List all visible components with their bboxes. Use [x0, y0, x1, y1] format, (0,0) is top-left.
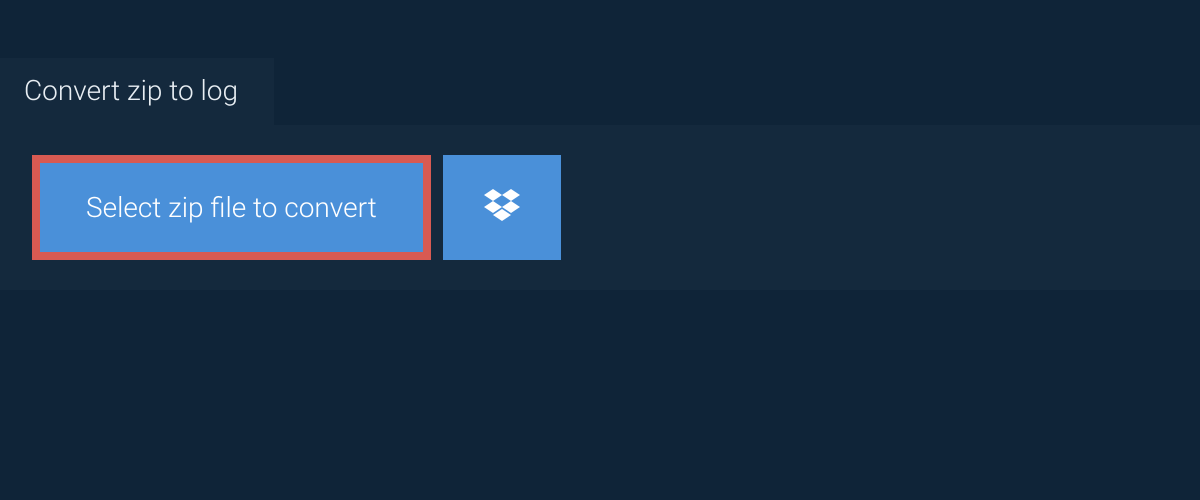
- dropbox-button[interactable]: [443, 155, 561, 260]
- tab-bar: Convert zip to log: [0, 0, 1200, 125]
- main-panel: Select zip file to convert: [0, 125, 1200, 290]
- tab-convert[interactable]: Convert zip to log: [0, 58, 274, 125]
- select-file-button[interactable]: Select zip file to convert: [32, 155, 431, 260]
- button-row: Select zip file to convert: [32, 155, 1170, 260]
- dropbox-icon: [484, 189, 520, 227]
- select-file-label: Select zip file to convert: [86, 191, 377, 224]
- tab-label: Convert zip to log: [24, 74, 238, 107]
